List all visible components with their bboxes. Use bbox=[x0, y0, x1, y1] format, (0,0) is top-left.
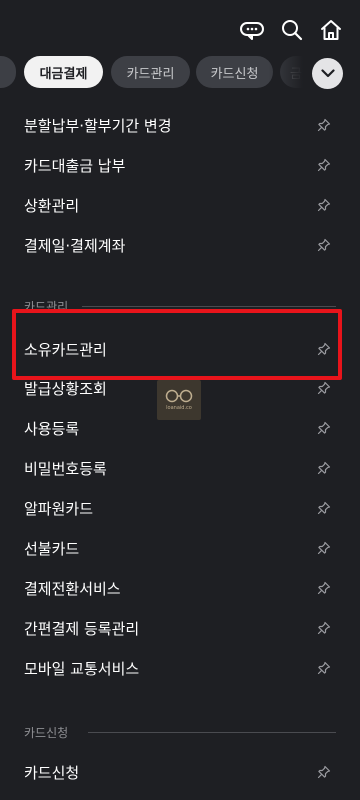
menu-item-mobile-transit[interactable]: 모바일 교통서비스 bbox=[0, 648, 360, 688]
menu-item-label: 발급상황조회 bbox=[24, 379, 107, 398]
menu-item-label: 간편결제 등록관리 bbox=[24, 619, 140, 638]
menu-item-repayment[interactable]: 상환관리 bbox=[0, 185, 360, 225]
chevron-down-icon bbox=[320, 69, 335, 78]
menu-item-prepaid-card[interactable]: 선불카드 bbox=[0, 528, 360, 568]
category-tabs: 대금결제 카드관리 카드신청 금 bbox=[0, 53, 360, 91]
menu-item-label: 카드대출금 납부 bbox=[24, 156, 126, 175]
menu-item-card-application[interactable]: 카드신청 bbox=[0, 752, 360, 792]
menu-item-label: 모바일 교통서비스 bbox=[24, 659, 140, 678]
section-divider bbox=[88, 732, 336, 733]
tab-card-application[interactable]: 카드신청 bbox=[196, 56, 273, 88]
pin-icon[interactable] bbox=[316, 380, 332, 396]
menu-item-loan-payment[interactable]: 카드대출금 납부 bbox=[0, 145, 360, 185]
menu-item-label: 사용등록 bbox=[24, 419, 80, 438]
watermark: loanaid.co bbox=[157, 380, 201, 420]
pin-icon[interactable] bbox=[316, 157, 332, 173]
menu-item-label: 결제일·결제계좌 bbox=[24, 236, 126, 255]
tab-card-management[interactable]: 카드관리 bbox=[111, 56, 190, 88]
search-icon[interactable] bbox=[279, 17, 305, 43]
pin-icon[interactable] bbox=[316, 764, 332, 780]
menu-item-label: 분할납부·할부기간 변경 bbox=[24, 116, 172, 135]
home-icon[interactable] bbox=[318, 17, 344, 43]
pin-icon[interactable] bbox=[316, 237, 332, 253]
section-title-card-application: 카드신청 bbox=[24, 726, 69, 740]
menu-item-pin-registration[interactable]: 비밀번호등록 bbox=[0, 448, 360, 488]
menu-item-payment-conversion[interactable]: 결제전환서비스 bbox=[0, 568, 360, 608]
menu-item-label: 카드신청 bbox=[24, 763, 80, 782]
menu-item-payment-date-account[interactable]: 결제일·결제계좌 bbox=[0, 225, 360, 265]
tabs-fade bbox=[268, 53, 318, 91]
tab-payment[interactable]: 대금결제 bbox=[24, 56, 103, 88]
pin-icon[interactable] bbox=[316, 197, 332, 213]
pin-icon[interactable] bbox=[316, 540, 332, 556]
watermark-text: loanaid.co bbox=[166, 405, 192, 411]
menu-item-label: 결제전환서비스 bbox=[24, 579, 121, 598]
pin-icon[interactable] bbox=[316, 420, 332, 436]
chatbot-icon[interactable] bbox=[239, 17, 265, 43]
pin-icon[interactable] bbox=[316, 580, 332, 596]
expand-tabs-button[interactable] bbox=[312, 58, 343, 89]
menu-item-label: 비밀번호등록 bbox=[24, 459, 107, 478]
pin-icon[interactable] bbox=[316, 460, 332, 476]
top-bar bbox=[0, 0, 360, 56]
pin-icon[interactable] bbox=[316, 117, 332, 133]
menu-item-alpha-one-card[interactable]: 알파원카드 bbox=[0, 488, 360, 528]
highlight-box bbox=[12, 309, 342, 380]
tab-previous[interactable] bbox=[0, 56, 16, 88]
section-divider bbox=[82, 306, 336, 307]
menu-item-label: 선불카드 bbox=[24, 539, 80, 558]
menu-item-simple-pay[interactable]: 간편결제 등록관리 bbox=[0, 608, 360, 648]
menu-item-installment-change[interactable]: 분할납부·할부기간 변경 bbox=[0, 105, 360, 145]
watermark-glasses-icon bbox=[165, 389, 193, 403]
menu-item-label: 상환관리 bbox=[24, 196, 80, 215]
pin-icon[interactable] bbox=[316, 660, 332, 676]
pin-icon[interactable] bbox=[316, 500, 332, 516]
menu-item-label: 알파원카드 bbox=[24, 499, 94, 518]
pin-icon[interactable] bbox=[316, 620, 332, 636]
